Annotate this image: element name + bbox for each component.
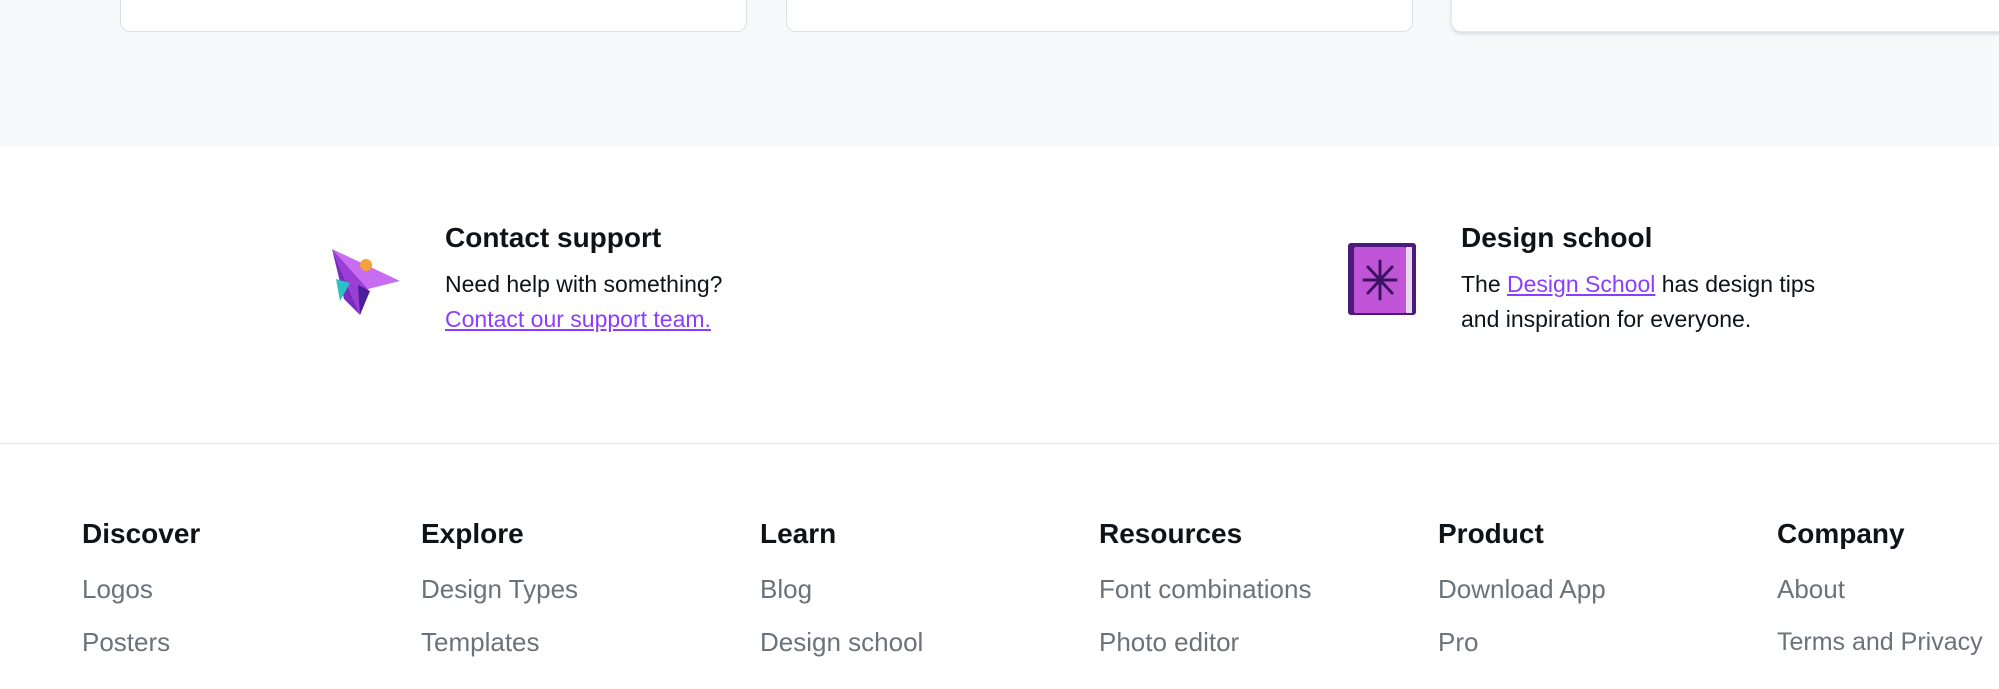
footer-column-discover: Discover Logos Posters <box>82 517 402 679</box>
template-card[interactable] <box>1451 0 1999 32</box>
footer-column-explore: Explore Design Types Templates <box>421 517 741 679</box>
footer-link[interactable]: Pro <box>1438 626 1758 658</box>
cards-section <box>0 0 1999 146</box>
template-card[interactable] <box>120 0 747 32</box>
template-card[interactable] <box>786 0 1413 32</box>
footer-heading: Resources <box>1099 518 1243 549</box>
footer-link[interactable]: Download App <box>1438 573 1758 605</box>
footer-column-product: Product Download App Pro <box>1438 517 1758 679</box>
design-school-link[interactable]: Design School <box>1507 271 1655 297</box>
footer-column-resources: Resources Font combinations Photo editor <box>1099 517 1419 679</box>
footer-column-learn: Learn Blog Design school <box>760 517 1080 679</box>
footer-heading: Product <box>1438 518 1544 549</box>
contact-support-link[interactable]: Contact our support team. <box>445 306 711 332</box>
design-school-text-before: The <box>1461 271 1508 297</box>
design-school-block: Design school The Design School has desi… <box>1346 221 1841 337</box>
help-section: Contact support Need help with something… <box>0 146 1999 444</box>
design-school-title: Design school <box>1461 222 1653 253</box>
footer-link[interactable]: About <box>1777 573 1999 605</box>
book-icon <box>1346 239 1418 319</box>
footer-heading: Learn <box>760 518 837 549</box>
footer-link[interactable]: Posters <box>82 626 402 658</box>
paper-plane-icon <box>330 239 402 319</box>
footer-link[interactable]: Logos <box>82 573 402 605</box>
design-school-text: The Design School has design tips and in… <box>1461 267 1841 337</box>
contact-support-block: Contact support Need help with something… <box>330 221 722 337</box>
footer-link[interactable]: Templates <box>421 626 741 658</box>
footer-link[interactable]: Design school <box>760 626 1080 658</box>
footer-link[interactable]: Design Types <box>421 573 741 605</box>
contact-support-text: Need help with something? Contact our su… <box>445 267 722 337</box>
footer-heading: Discover <box>82 518 201 549</box>
footer-heading: Company <box>1777 518 1905 549</box>
footer-link[interactable]: Photo editor <box>1099 626 1419 658</box>
contact-support-title: Contact support <box>445 222 662 253</box>
contact-support-description: Need help with something? <box>445 271 723 297</box>
footer-column-company: Company About Terms and Privacy <box>1777 517 1999 679</box>
footer-heading: Explore <box>421 518 524 549</box>
footer-link[interactable]: Font combinations <box>1099 573 1419 605</box>
footer-link[interactable]: Blog <box>760 573 1080 605</box>
site-footer: Discover Logos Posters Explore Design Ty… <box>0 444 1999 689</box>
footer-link[interactable]: Terms and Privacy <box>1777 626 1999 658</box>
